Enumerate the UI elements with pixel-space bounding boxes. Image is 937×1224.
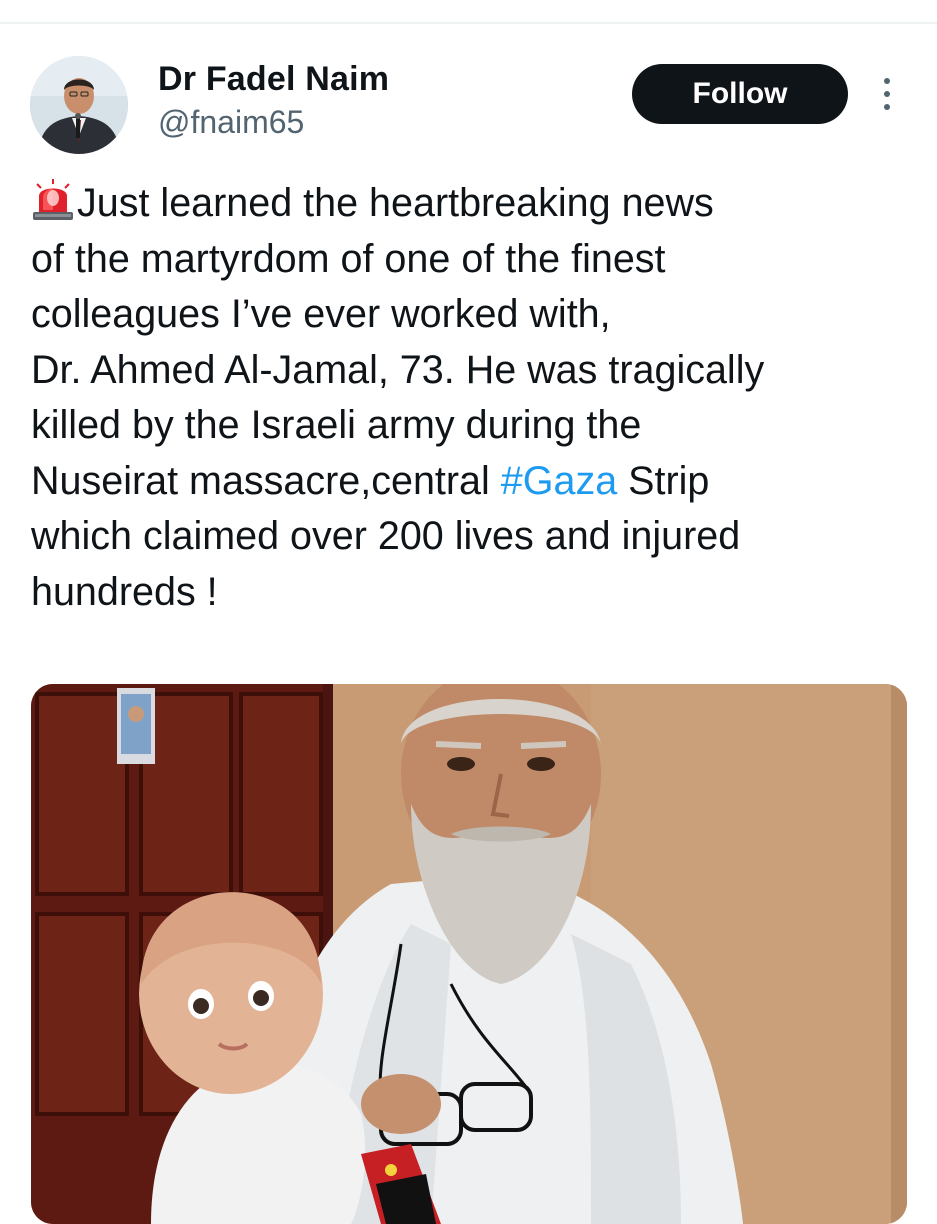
photo-image [31,684,907,1224]
tweet-text-line: killed by the Israeli army during the [31,403,642,447]
tweet-text-line: which claimed over 200 lives and injured [31,514,741,558]
tweet-text-line: of the martyrdom of one of the finest [31,236,666,281]
tweet-text: Just learned the heartbreaking news of t… [31,176,911,620]
author-handle[interactable]: @fnaim65 [158,104,304,141]
more-dot [884,91,890,97]
hashtag-link[interactable]: #Gaza [501,459,617,503]
avatar-photo-icon [30,56,128,154]
tweet-text-segment: Nuseirat massacre,central [31,458,501,503]
more-options-icon[interactable] [872,74,902,114]
tweet-line-6: Nuseirat massacre,central #Gaza Strip [31,454,911,510]
author-avatar[interactable] [30,56,128,154]
tweet-line-1: Just learned the heartbreaking news [31,176,911,232]
tweet-text-line: Dr. Ahmed Al-Jamal, 73. He was tragicall… [31,347,765,392]
more-dot [884,104,890,110]
tweet-text-segment: Strip [617,458,710,503]
siren-emoji-icon [33,179,73,220]
tweet-text-line: Just learned the heartbreaking news [77,181,714,225]
tweet-media-photo[interactable] [31,684,907,1224]
tweet-text-line: colleagues I’ve ever worked with, [31,292,611,336]
tweet-text-line: hundreds ! [31,569,218,614]
author-name[interactable]: Dr Fadel Naim [158,60,389,99]
follow-button[interactable]: Follow [632,64,848,124]
more-dot [884,78,890,84]
top-divider [0,22,937,24]
